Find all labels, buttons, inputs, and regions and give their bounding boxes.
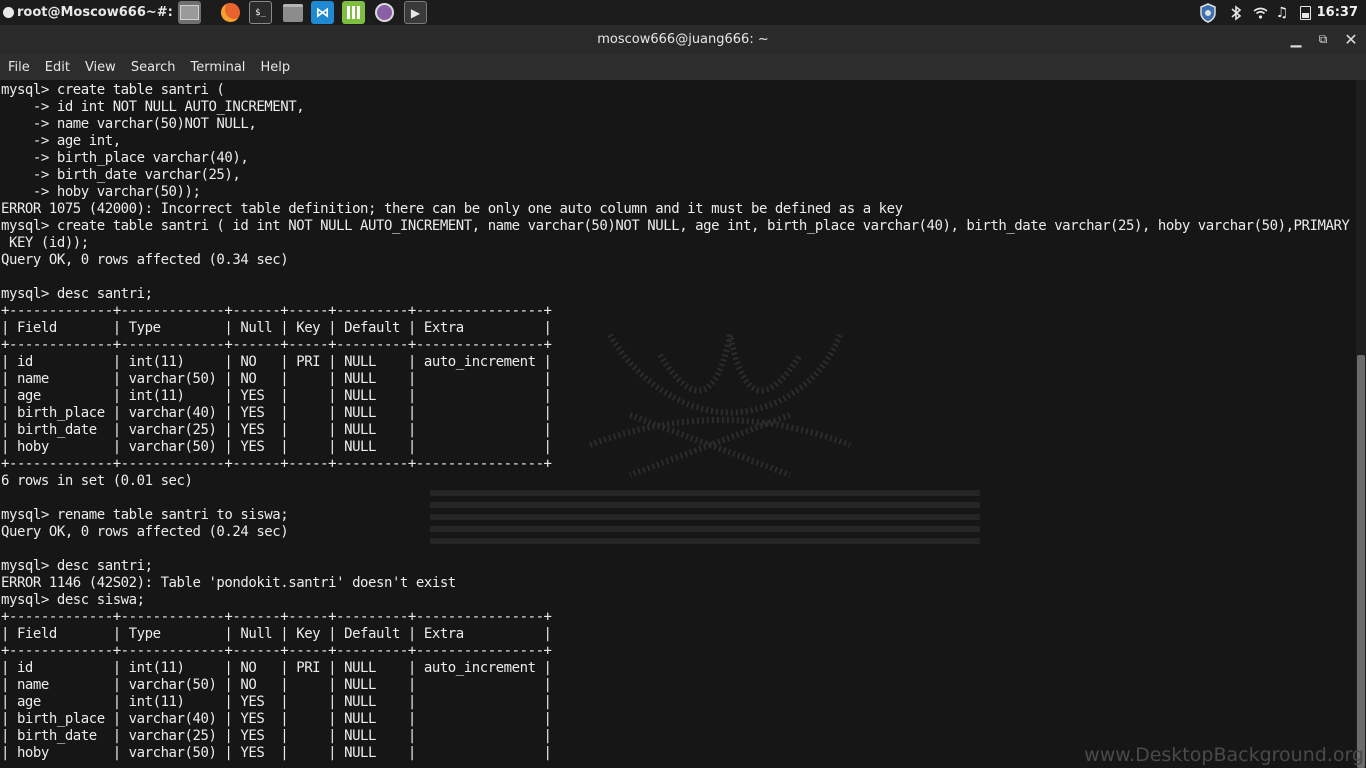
terminal-line: -> name varchar(50)NOT NULL, (1, 116, 257, 132)
terminal-line: mysql> desc santri; (1, 558, 153, 574)
terminal-line: | birth_place | varchar(40) | YES | | NU… (1, 405, 552, 421)
terminal-line: +-------------+-------------+------+----… (1, 337, 552, 353)
security-shield-icon[interactable] (1197, 0, 1219, 25)
terminal-line: ERROR 1146 (42S02): Table 'pondokit.sant… (1, 575, 456, 591)
terminal-icon-glyph: $_ (255, 7, 266, 18)
terminal-scrollbar[interactable] (1356, 80, 1366, 768)
firefox-icon[interactable] (219, 1, 242, 24)
scrollbar-thumb[interactable] (1357, 355, 1365, 768)
maximize-button[interactable]: ⧉ (1310, 25, 1336, 54)
menu-file[interactable]: File (8, 60, 30, 75)
terminal-line: | birth_date | varchar(25) | YES | | NUL… (1, 728, 552, 744)
folder-icon[interactable] (281, 1, 304, 24)
folder-icon-shape (282, 3, 303, 22)
terminal-line: +-------------+-------------+------+----… (1, 643, 552, 659)
firefox-icon-shape (221, 3, 240, 22)
watermark: www.DesktopBackground.org (1084, 744, 1364, 766)
top-panel: root@Moscow666~#: $_ ⋈ ▶ ♫ 16:37 (0, 0, 1366, 25)
file-manager-icon[interactable] (178, 1, 201, 24)
calculator-icon-shape (347, 6, 360, 19)
menu-search[interactable]: Search (131, 60, 176, 75)
file-manager-icon-shape (180, 5, 199, 20)
window-title: moscow666@juang666: ~ (597, 32, 769, 47)
menubar: File Edit View Search Terminal Help (0, 54, 1366, 80)
terminal-line: -> birth_date varchar(25), (1, 167, 241, 183)
vscode-icon-glyph: ⋈ (315, 4, 330, 21)
terminal-output: mysql> create table santri ( -> id int N… (1, 82, 1350, 762)
bluetooth-svg (1231, 4, 1242, 21)
terminal-line: 6 rows in set (0.01 sec) (1, 473, 193, 489)
user-status-icon (3, 7, 14, 18)
window-titlebar[interactable]: moscow666@juang666: ~ ▁ ⧉ ✕ (0, 25, 1366, 54)
terminal-line: Query OK, 0 rows affected (0.24 sec) (1, 524, 289, 540)
terminal-line: | Field | Type | Null | Key | Default | … (1, 320, 552, 336)
wifi-svg (1253, 7, 1267, 19)
terminal-line: +-------------+-------------+------+----… (1, 303, 552, 319)
terminal-line: | id | int(11) | NO | PRI | NULL | auto_… (1, 660, 552, 676)
terminal-line: -> age int, (1, 133, 121, 149)
terminal-line: | birth_date | varchar(25) | YES | | NUL… (1, 422, 552, 438)
terminal-area[interactable]: mysql> create table santri ( -> id int N… (0, 80, 1356, 768)
terminal-line: | name | varchar(50) | NO | | NULL | | (1, 677, 552, 693)
user-menu[interactable]: root@Moscow666~#: (0, 0, 173, 25)
bluetooth-icon[interactable] (1227, 0, 1245, 25)
terminal-line: Query OK, 0 rows affected (0.34 sec) (1, 252, 289, 268)
menu-edit[interactable]: Edit (45, 60, 70, 75)
terminal-line: mysql> create table santri ( (1, 82, 225, 98)
camera-icon-shape (375, 3, 394, 22)
terminal-line: -> hoby varchar(50)); (1, 184, 201, 200)
battery-level (1301, 12, 1309, 18)
terminal-line: | hoby | varchar(50) | YES | | NULL | | (1, 439, 552, 455)
wifi-icon[interactable] (1251, 0, 1269, 25)
menu-terminal[interactable]: Terminal (190, 60, 245, 75)
terminal-line: | Field | Type | Null | Key | Default | … (1, 626, 552, 642)
minimize-icon: ▁ (1290, 31, 1302, 48)
menu-view[interactable]: View (85, 60, 116, 75)
vscode-icon[interactable]: ⋈ (311, 1, 334, 24)
music-icon[interactable]: ♫ (1274, 0, 1290, 25)
terminal-line: | age | int(11) | YES | | NULL | | (1, 388, 552, 404)
terminal-line: mysql> desc siswa; (1, 592, 145, 608)
battery-icon-shape (1299, 5, 1311, 20)
media-player-icon[interactable]: ▶ (404, 1, 427, 24)
terminal-line: | name | varchar(50) | NO | | NULL | | (1, 371, 552, 387)
terminal-line: -> birth_place varchar(40), (1, 150, 249, 166)
calculator-icon[interactable] (342, 1, 365, 24)
terminal-line: mysql> create table santri ( id int NOT … (1, 218, 1350, 234)
terminal-line: ERROR 1075 (42000): Incorrect table defi… (1, 201, 903, 217)
terminal-line: mysql> desc santri; (1, 286, 153, 302)
terminal-line: -> id int NOT NULL AUTO_INCREMENT, (1, 99, 305, 115)
terminal-line: | birth_place | varchar(40) | YES | | NU… (1, 711, 552, 727)
terminal-icon[interactable]: $_ (249, 1, 272, 24)
clock[interactable]: 16:37 (1317, 0, 1358, 25)
terminal-line: | id | int(11) | NO | PRI | NULL | auto_… (1, 354, 552, 370)
battery-icon[interactable] (1297, 0, 1313, 25)
terminal-line: KEY (id)); (1, 235, 89, 251)
close-button[interactable]: ✕ (1338, 25, 1364, 54)
camera-icon[interactable] (373, 1, 396, 24)
close-icon: ✕ (1344, 30, 1358, 49)
maximize-icon: ⧉ (1318, 32, 1328, 46)
terminal-line: | age | int(11) | YES | | NULL | | (1, 694, 552, 710)
security-shield-svg (1200, 2, 1216, 23)
terminal-line: +-------------+-------------+------+----… (1, 456, 552, 472)
play-icon: ▶ (410, 5, 421, 20)
terminal-line: +-------------+-------------+------+----… (1, 609, 552, 625)
menu-help[interactable]: Help (260, 60, 290, 75)
terminal-line: mysql> rename table santri to siswa; (1, 507, 289, 523)
user-label: root@Moscow666~#: (17, 5, 173, 20)
minimize-button[interactable]: ▁ (1283, 25, 1309, 54)
